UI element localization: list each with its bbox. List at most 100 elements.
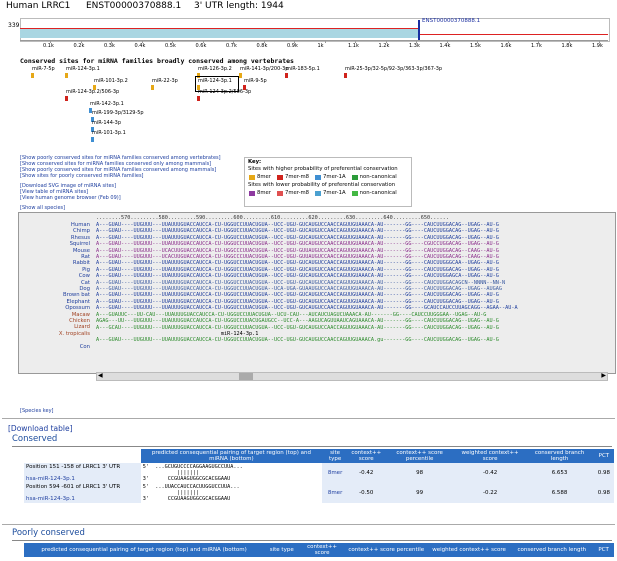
site-marker[interactable] [344,73,347,78]
site-marker[interactable] [243,85,246,90]
poorly-table-wrap: predicted consequential pairing of targe… [24,543,614,557]
site-label[interactable]: miR-7-5p [32,66,55,72]
key-label: 8mer [257,174,271,180]
site-label[interactable]: miR-22-3p [152,78,178,84]
ruler-tick-label: 1.8k [561,43,573,49]
col-weighted: weighted context++ score [454,449,526,463]
site-marker[interactable] [65,73,68,78]
link-poorly-families[interactable]: [Show sites for poorly conserved miRNA f… [20,173,250,179]
alignment-rows: A---GUAU----UUGUUU---UUAUUUGUACCAUCCA-CU… [96,222,608,344]
species-label: X. tropicalis [58,330,90,337]
ruler-tick-label: 1k [317,43,324,49]
col-percentile: context++ score percentile [344,543,428,557]
link-show-all-species[interactable]: [Show all species] [20,205,250,211]
key-swatch [249,174,255,180]
site-label[interactable]: miR-199-3p/3129-5p [92,110,144,116]
site-marker[interactable] [239,73,242,78]
key-row-lower: 8mer 7mer-m8 7mer-1A non-canonical [245,188,411,198]
page-header: Human LRRC1 ENST00000370888.1 3' UTR len… [6,1,284,11]
key-swatch [351,190,358,196]
table-row: Position 151 -158 of LRRC1 3' UTR hsa-miR… [24,463,614,483]
ruler-tick-label: 0.1k [43,43,54,49]
col-pct: PCT [593,543,614,557]
species-label: Con [79,343,90,350]
utr-length: 3' UTR length: 1944 [194,1,284,11]
branch-length: 6.653 [551,470,568,476]
key-item: 7mer-m8 [276,190,309,196]
conservation-line [20,28,418,29]
site-label[interactable]: miR-124-3p.1 [66,66,100,72]
key-item: 7mer-m8 [276,174,310,180]
mirna-name[interactable]: hsa-miR-124-3p.1 [26,496,139,502]
poorly-table: predicted consequential pairing of targe… [24,543,614,557]
alignment-scrollbar[interactable]: ◀ ▶ [96,372,608,381]
site-position: Position 594 -601 of LRRC1 3' UTR [26,484,121,490]
ruler-tick-label: 0.4k [134,43,146,49]
ruler-tick-label: 1.4k [439,43,451,49]
key-swatch [315,174,322,180]
download-table-link[interactable]: [Download table] [8,424,73,433]
site-type[interactable]: 8mer [322,463,348,483]
ruler-tick-label: 0.3k [104,43,115,49]
pct-value: 0.98 [597,470,611,476]
site-label[interactable]: miR-142-3p.1 [90,101,124,107]
site-label[interactable]: miR-101-3p.2 [94,78,128,84]
pairing-bottom: 3' CCGUAAGUGGCGCACGGAAU [142,496,231,502]
key-swatch [315,190,322,196]
ruler-tick-label: 0.2k [73,43,85,49]
ruler-tick-label: 1.1k [348,43,359,49]
site-marker[interactable] [91,137,94,142]
transcript-boundary-label: ENST00000370888.1 [422,18,481,24]
context-score: -0.42 [359,470,374,476]
ruler-tick-label: 1.5k [470,43,481,49]
utr-region-fill [20,29,418,38]
sites-area: miR-7-5p miR-124-3p.1 miR-101-3p.2 miR-22-3… [0,64,617,142]
col-site-type: site type [264,543,300,557]
site-label[interactable]: miR-25-3p/32-5p/92-3p/363-3p/367-3p [345,66,442,72]
link-genome-browser[interactable]: [View human genome browser (Feb 09)] [20,195,250,201]
key-swatch [351,174,358,180]
key-title: Key: [248,159,262,165]
site-label[interactable]: miR-124-3p.2/506-3p [66,89,119,95]
ruler-tick-label: 0.9k [287,43,298,49]
ruler-tick-label: 1.7k [531,43,542,49]
position-ruler: 0.1k 0.2k 0.3k 0.4k 0.5k 0.6k 0.7k 0.8k 0.9k 1k 1.… [20,40,610,54]
link-species-key[interactable]: [Species key] [20,408,54,414]
ruler-tick-label: 0.8k [256,43,268,49]
poorly-title: Poorly conserved [12,528,85,538]
mirna-name[interactable]: hsa-miR-124-3p.1 [26,476,139,482]
site-label[interactable]: miR-183-5p.1 [286,66,320,72]
col-pct: PCT [593,449,614,463]
site-marker[interactable] [65,96,68,101]
site-type[interactable]: 8mer [322,483,348,503]
col-context: context++ score [348,449,385,463]
site-label[interactable]: miR-144-3p [92,120,121,126]
site-marker[interactable] [151,85,154,90]
key-swatch [276,174,283,180]
col-percentile: context++ score percentile [384,449,455,463]
key-label: 7mer-1A [323,174,346,180]
scroll-left-arrow[interactable]: ◀ [98,372,103,379]
site-marker[interactable] [197,96,200,101]
ruler-tick [324,40,326,43]
key-label: 7mer-m8 [284,174,310,180]
site-label[interactable]: miR-101-3p.1 [92,130,126,136]
site-label[interactable]: miR-9-5p [244,78,267,84]
site-marker[interactable] [285,73,288,78]
poorly-underline [12,540,612,541]
col-pairing: predicted consequential pairing of targe… [24,543,265,557]
scroll-right-arrow[interactable]: ▶ [601,372,606,379]
key-item: non-canonical [351,190,397,196]
conserved-table-wrap: predicted consequential pairing of targe… [24,449,614,503]
site-label[interactable]: miR-126-3p.2 [198,66,232,72]
site-label[interactable]: miR-141-3p/200-3p [240,66,288,72]
site-marker[interactable] [31,73,34,78]
col-branch: conserved branch length [525,449,594,463]
transcript-boundary [418,20,420,40]
key-row-higher: 8mer 7mer-m8 7mer-1A non-canonical [245,172,411,182]
ruler-tick-label: 1.2k [378,43,390,49]
transcript-id: ENST00000370888.1 [86,1,182,11]
weighted-score: -0.22 [482,490,498,496]
scroll-thumb[interactable] [239,373,253,380]
context-percentile: 98 [416,470,424,476]
